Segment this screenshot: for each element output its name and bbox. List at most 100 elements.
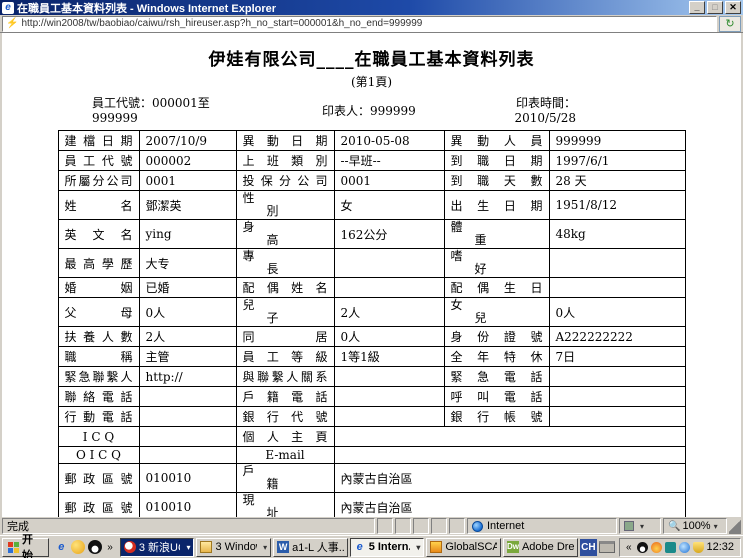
- table-row: 父母0人兒 子2人女 兒0人: [58, 298, 685, 327]
- field-label: 配偶姓名: [236, 278, 334, 298]
- field-label: 與聯繫人關系: [236, 367, 334, 387]
- start-button[interactable]: 开始: [2, 538, 49, 557]
- field-value: 999999: [549, 131, 685, 151]
- title-bar: e 在職員工基本資料列表 - Windows Internet Explorer…: [0, 0, 743, 15]
- field-label: O I C Q: [58, 447, 139, 464]
- status-pane: [377, 518, 393, 534]
- field-value: [549, 249, 685, 278]
- field-value: A222222222: [549, 327, 685, 347]
- task-label: a1-L 人事...: [292, 539, 344, 555]
- field-value: 已婚: [139, 278, 236, 298]
- maximize-button[interactable]: □: [707, 1, 723, 14]
- field-label: 戶 籍: [236, 464, 334, 493]
- shield-icon[interactable]: [693, 542, 704, 553]
- field-value: [334, 249, 444, 278]
- field-label: E-mail: [236, 447, 334, 464]
- table-row: 最高學歷大专專 長嗜 好: [58, 249, 685, 278]
- field-label: 戶籍電話: [236, 387, 334, 407]
- taskbar-item-word-doc[interactable]: W a1-L 人事...: [273, 538, 348, 557]
- employee-table-body: 建檔日期2007/10/9異動日期2010-05-08異動人員999999員工代…: [58, 131, 685, 518]
- task-label: 3 新浪UC: [139, 539, 181, 555]
- ie-quicklaunch-icon[interactable]: e: [54, 540, 68, 554]
- window-title: 在職員工基本資料列表 - Windows Internet Explorer: [17, 0, 687, 16]
- field-value: [139, 407, 236, 427]
- field-value: [334, 427, 685, 447]
- task-label: GlobalSCA..: [445, 541, 497, 553]
- taskbar-item-ie-group[interactable]: e 5 Intern... ▾: [350, 538, 425, 557]
- field-label: 員工等級: [236, 347, 334, 367]
- field-value: 2人: [334, 298, 444, 327]
- table-row: 職稱主管員工等級1等1級全年特休7日: [58, 347, 685, 367]
- chevron-left-icon[interactable]: «: [624, 542, 634, 553]
- field-value: 162公分: [334, 220, 444, 249]
- field-value: 主管: [139, 347, 236, 367]
- field-label: 扶養人數: [58, 327, 139, 347]
- security-zone-pane: Internet: [467, 518, 617, 534]
- field-value: 7日: [549, 347, 685, 367]
- field-value: [334, 407, 444, 427]
- field-value: [549, 367, 685, 387]
- field-label: 最高學歷: [58, 249, 139, 278]
- field-label: 體 重: [444, 220, 549, 249]
- qq-quicklaunch-icon[interactable]: [88, 540, 102, 554]
- resize-grip[interactable]: [729, 518, 741, 534]
- field-label: 身 高: [236, 220, 334, 249]
- taskbar-item-windows-group[interactable]: 3 Window... ▾: [196, 538, 271, 557]
- field-value: 內蒙古自治區: [334, 464, 685, 493]
- field-value: 1951/8/12: [549, 191, 685, 220]
- taskbar-item-dreamweaver[interactable]: Dw Adobe Dre...: [503, 538, 578, 557]
- clock: 12:32: [707, 541, 735, 553]
- page-number: (第1頁): [2, 73, 741, 90]
- field-value: [334, 387, 444, 407]
- field-value: 28 天: [549, 171, 685, 191]
- url-input[interactable]: ⚡ http://win2008/tw/baobiao/caiwu/rsh_hi…: [2, 16, 717, 32]
- report-meta: 員工代號：000001至 999999 印表人：999999 印表時間： 201…: [2, 96, 741, 126]
- field-label: 行動電話: [58, 407, 139, 427]
- field-label: 兒 子: [236, 298, 334, 327]
- address-bar: ⚡ http://win2008/tw/baobiao/caiwu/rsh_hi…: [0, 15, 743, 33]
- minimize-button[interactable]: _: [689, 1, 705, 14]
- taskbar-item-globalscape[interactable]: GlobalSCA..: [426, 538, 501, 557]
- field-label: 銀行帳號: [444, 407, 549, 427]
- refresh-go-button[interactable]: ↻: [719, 16, 741, 32]
- employee-table: 建檔日期2007/10/9異動日期2010-05-08異動人員999999員工代…: [58, 130, 686, 517]
- uc-tray-icon[interactable]: [651, 542, 662, 553]
- language-indicator[interactable]: CH: [580, 539, 598, 556]
- quick-launch: e »: [51, 540, 118, 554]
- protected-mode-pane[interactable]: ▾: [619, 518, 661, 534]
- table-row: 行動電話銀行代號銀行帳號: [58, 407, 685, 427]
- close-button[interactable]: ✕: [725, 1, 741, 14]
- task-label: 5 Intern...: [369, 541, 411, 553]
- folder-icon: [200, 541, 212, 553]
- uc-quicklaunch-icon[interactable]: [71, 540, 85, 554]
- field-label: 緊急電話: [444, 367, 549, 387]
- field-value: 0001: [139, 171, 236, 191]
- field-label: 性 別: [236, 191, 334, 220]
- field-value: [139, 447, 236, 464]
- field-value: 2010-05-08: [334, 131, 444, 151]
- zoom-control[interactable]: 🔍 100% ▾: [663, 518, 727, 534]
- status-pane: [449, 518, 465, 534]
- field-value: [334, 367, 444, 387]
- globalscape-icon: [430, 541, 442, 553]
- field-value: 000002: [139, 151, 236, 171]
- field-value: 1997/6/1: [549, 151, 685, 171]
- chevron-right-icon[interactable]: »: [105, 542, 115, 553]
- chevron-down-icon: ▾: [714, 522, 718, 531]
- field-value: [334, 278, 444, 298]
- table-row: 姓名鄧潔英性 別女出生日期1951/8/12: [58, 191, 685, 220]
- printer-icon[interactable]: [599, 541, 615, 553]
- field-label: 英文名: [58, 220, 139, 249]
- field-label: 到職天數: [444, 171, 549, 191]
- status-pane: [413, 518, 429, 534]
- field-value: 女: [334, 191, 444, 220]
- browser-window: e 在職員工基本資料列表 - Windows Internet Explorer…: [0, 0, 743, 558]
- sina-uc-icon: [124, 541, 136, 553]
- messenger-tray-icon[interactable]: [679, 542, 690, 553]
- phone-tray-icon[interactable]: [665, 542, 676, 553]
- qq-tray-icon[interactable]: [637, 542, 648, 553]
- field-value: http://: [139, 367, 236, 387]
- field-label: 現 址: [236, 493, 334, 518]
- taskbar-item-sina-uc[interactable]: 3 新浪UC ▾: [120, 538, 195, 557]
- field-value: 內蒙古自治區: [334, 493, 685, 518]
